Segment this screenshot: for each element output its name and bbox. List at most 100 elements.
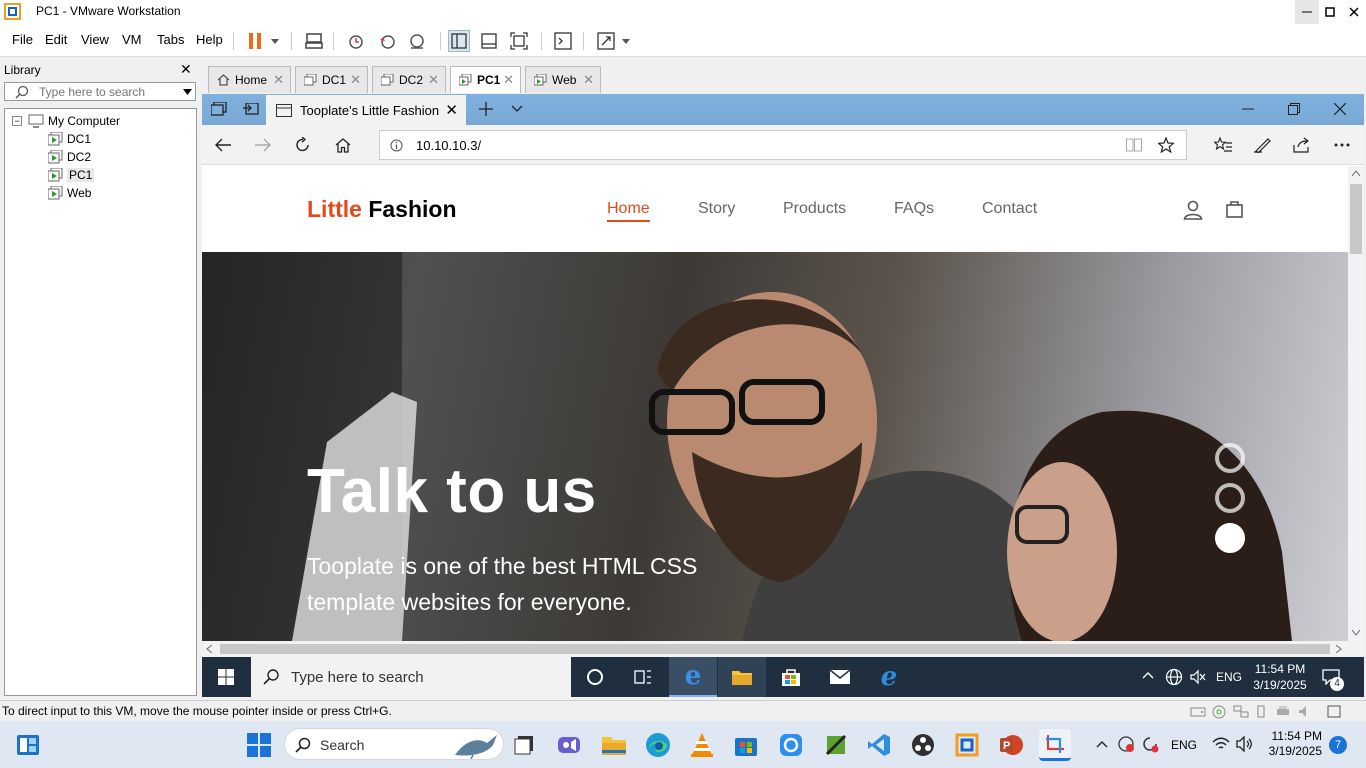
nav-faqs[interactable]: FAQs <box>894 200 934 218</box>
carousel-dot-3[interactable] <box>1215 523 1245 553</box>
vm-console[interactable]: Tooplate's Little Fashion ✕ 10.10.10.3/ … <box>202 94 1364 697</box>
tab-pc1[interactable]: PC1 ✕ <box>450 66 521 93</box>
nav-home[interactable]: Home <box>607 200 650 222</box>
close-button[interactable] <box>1342 0 1366 24</box>
tree-item-web[interactable]: Web <box>48 184 91 202</box>
volume-muted-icon[interactable] <box>1190 669 1206 685</box>
vmware-taskbar-icon[interactable] <box>951 729 983 761</box>
minimize-button[interactable] <box>1295 0 1319 24</box>
tree-item-dc2[interactable]: DC2 <box>48 148 91 166</box>
carousel-dot-2[interactable] <box>1215 483 1245 513</box>
menu-edit[interactable]: Edit <box>45 32 67 47</box>
edge-minimize-button[interactable] <box>1237 98 1259 120</box>
edge-browser-icon[interactable] <box>642 729 674 761</box>
thumbnail-bar-icon[interactable] <box>478 30 500 52</box>
revert-snapshot-icon[interactable] <box>376 30 398 52</box>
favorites-icon[interactable] <box>1212 134 1234 156</box>
obs-icon[interactable] <box>907 729 939 761</box>
vlc-icon[interactable] <box>686 729 718 761</box>
edge-tab-active[interactable]: Tooplate's Little Fashion ✕ <box>266 95 466 125</box>
microsoft-store-icon[interactable] <box>730 729 762 761</box>
vertical-scrollbar[interactable] <box>1348 166 1364 641</box>
tab-close-icon[interactable]: ✕ <box>273 72 284 88</box>
nav-contact[interactable]: Contact <box>982 200 1037 218</box>
scroll-thumb[interactable] <box>220 644 1330 654</box>
tab-dc1[interactable]: DC1 ✕ <box>295 66 368 93</box>
url-text[interactable]: 10.10.10.3/ <box>416 138 481 153</box>
carousel-dot-1[interactable] <box>1215 443 1245 473</box>
scroll-thumb[interactable] <box>1350 184 1362 254</box>
show-hidden-icons-icon[interactable] <box>1096 740 1108 748</box>
sound-card-icon[interactable] <box>1298 705 1312 718</box>
search-dropdown-icon[interactable] <box>183 89 192 95</box>
scroll-up-icon[interactable] <box>1352 170 1360 176</box>
menu-help[interactable]: Help <box>196 32 223 47</box>
host-notification-badge[interactable]: 7 <box>1329 736 1347 754</box>
scroll-down-icon[interactable] <box>1352 630 1360 636</box>
library-search-input[interactable] <box>39 84 179 99</box>
horizontal-scrollbar[interactable] <box>202 641 1364 657</box>
tab-preview-icon[interactable] <box>240 98 262 120</box>
onedrive-status-icon[interactable] <box>1117 735 1135 753</box>
nav-story[interactable]: Story <box>698 200 735 218</box>
snapshot-manager-icon[interactable] <box>406 30 428 52</box>
set-aside-tabs-icon[interactable] <box>208 98 230 120</box>
url-bar[interactable]: 10.10.10.3/ <box>379 130 1187 160</box>
host-search-box[interactable]: Search <box>284 728 504 760</box>
tab-list-chevron-icon[interactable] <box>506 98 528 120</box>
vscode-icon[interactable] <box>863 729 895 761</box>
wifi-icon[interactable] <box>1212 736 1230 752</box>
menu-file[interactable]: File <box>12 32 33 47</box>
mail-icon[interactable] <box>816 657 864 697</box>
scroll-left-icon[interactable] <box>206 645 212 653</box>
console-view-icon[interactable] <box>552 30 574 52</box>
windows-start-icon[interactable] <box>202 657 250 697</box>
site-brand[interactable]: Little Fashion <box>307 196 457 223</box>
show-library-icon[interactable] <box>448 30 470 52</box>
user-icon[interactable] <box>1183 200 1203 220</box>
file-explorer-icon[interactable] <box>598 729 630 761</box>
menu-vm[interactable]: VM <box>122 32 142 47</box>
cd-dvd-icon[interactable] <box>1212 705 1226 719</box>
guest-language[interactable]: ENG <box>1216 670 1242 684</box>
powerpoint-icon[interactable]: P <box>995 729 1027 761</box>
network-globe-icon[interactable] <box>1165 668 1183 686</box>
refresh-icon[interactable] <box>292 134 314 156</box>
app-icon-blue[interactable] <box>775 729 807 761</box>
show-hidden-icons-icon[interactable] <box>1142 671 1154 679</box>
tab-close-icon[interactable]: ✕ <box>503 72 514 88</box>
back-icon[interactable] <box>212 134 234 156</box>
more-options-icon[interactable] <box>1331 134 1353 156</box>
message-log-icon[interactable] <box>1327 705 1341 718</box>
store-icon[interactable] <box>767 657 815 697</box>
share-icon[interactable] <box>1291 134 1313 156</box>
task-view-icon[interactable] <box>619 657 667 697</box>
menu-view[interactable]: View <box>81 32 109 47</box>
edge-taskbar-icon[interactable]: e <box>669 657 717 697</box>
volume-icon[interactable] <box>1236 736 1254 752</box>
tab-close-icon[interactable]: ✕ <box>350 72 361 88</box>
app-icon-tools[interactable] <box>820 729 852 761</box>
tab-web[interactable]: Web ✕ <box>525 66 601 93</box>
edge-close-button[interactable] <box>1329 98 1351 120</box>
internet-explorer-icon[interactable]: e <box>865 657 913 697</box>
stretch-dropdown-icon[interactable] <box>618 30 634 52</box>
stretch-guest-icon[interactable] <box>595 30 617 52</box>
hard-disk-icon[interactable] <box>1190 705 1206 718</box>
suspend-icon[interactable] <box>244 30 266 52</box>
menu-tabs[interactable]: Tabs <box>157 32 184 47</box>
home-icon[interactable] <box>332 134 354 156</box>
file-explorer-icon[interactable] <box>718 657 766 697</box>
cortana-icon[interactable] <box>571 657 619 697</box>
full-screen-icon[interactable] <box>508 30 530 52</box>
task-view-icon[interactable] <box>508 729 540 761</box>
widgets-icon[interactable] <box>12 729 44 761</box>
tab-dc2[interactable]: DC2 ✕ <box>372 66 446 93</box>
network-adapter-icon[interactable] <box>1233 705 1249 718</box>
snipping-tool-icon[interactable] <box>1039 729 1071 761</box>
usb-icon[interactable] <box>1254 705 1268 718</box>
host-clock[interactable]: 11:54 PM 3/19/2025 <box>1262 729 1322 759</box>
edge-tab-close-icon[interactable]: ✕ <box>445 101 458 119</box>
tree-item-pc1[interactable]: PC1 <box>48 166 95 184</box>
snapshot-icon[interactable] <box>345 30 367 52</box>
